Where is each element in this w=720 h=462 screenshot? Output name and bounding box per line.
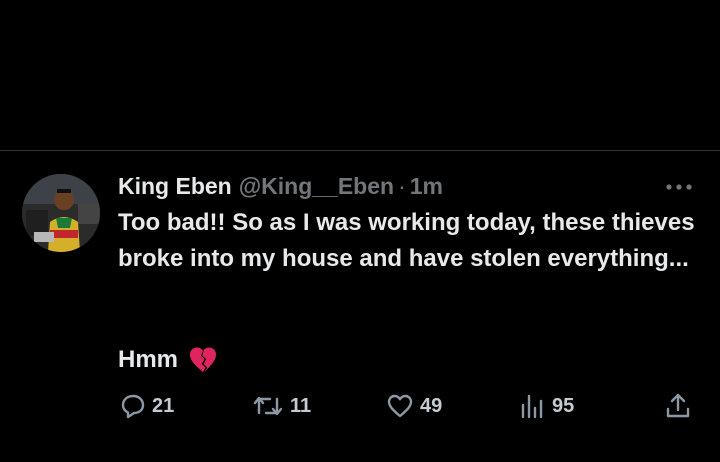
retweet-icon (253, 396, 283, 416)
header-separator: · (398, 172, 406, 199)
like-button[interactable]: 49 (386, 390, 442, 422)
tweet-text-line-2: Hmm (118, 342, 218, 378)
more-options-icon[interactable] (664, 180, 694, 192)
tweet-header: King Eben @King__Eben · 1m (118, 170, 443, 202)
like-count: 49 (420, 394, 443, 417)
reply-button[interactable]: 21 (120, 390, 174, 422)
timestamp[interactable]: 1m (410, 173, 443, 200)
avatar-image (22, 174, 100, 252)
views-count: 95 (552, 394, 575, 417)
tweet-text-hmm: Hmm (118, 346, 179, 373)
reply-count: 21 (152, 394, 175, 417)
broken-heart-icon (190, 347, 217, 372)
views-chart-icon (521, 394, 543, 419)
top-divider (0, 150, 720, 151)
display-name[interactable]: King Eben (118, 173, 232, 200)
tweet-text: Too bad!! So as I was working today, the… (118, 209, 695, 272)
share-button[interactable] (664, 390, 692, 422)
views-button[interactable]: 95 (518, 390, 574, 422)
avatar[interactable] (22, 174, 100, 252)
like-heart-icon (387, 394, 413, 418)
share-icon (666, 393, 690, 418)
tweet-actions: 21 11 49 95 (0, 390, 720, 422)
retweet-button[interactable]: 11 (252, 390, 311, 422)
reply-icon (121, 394, 145, 419)
user-handle[interactable]: @King__Eben (239, 173, 394, 200)
retweet-count: 11 (290, 394, 312, 417)
